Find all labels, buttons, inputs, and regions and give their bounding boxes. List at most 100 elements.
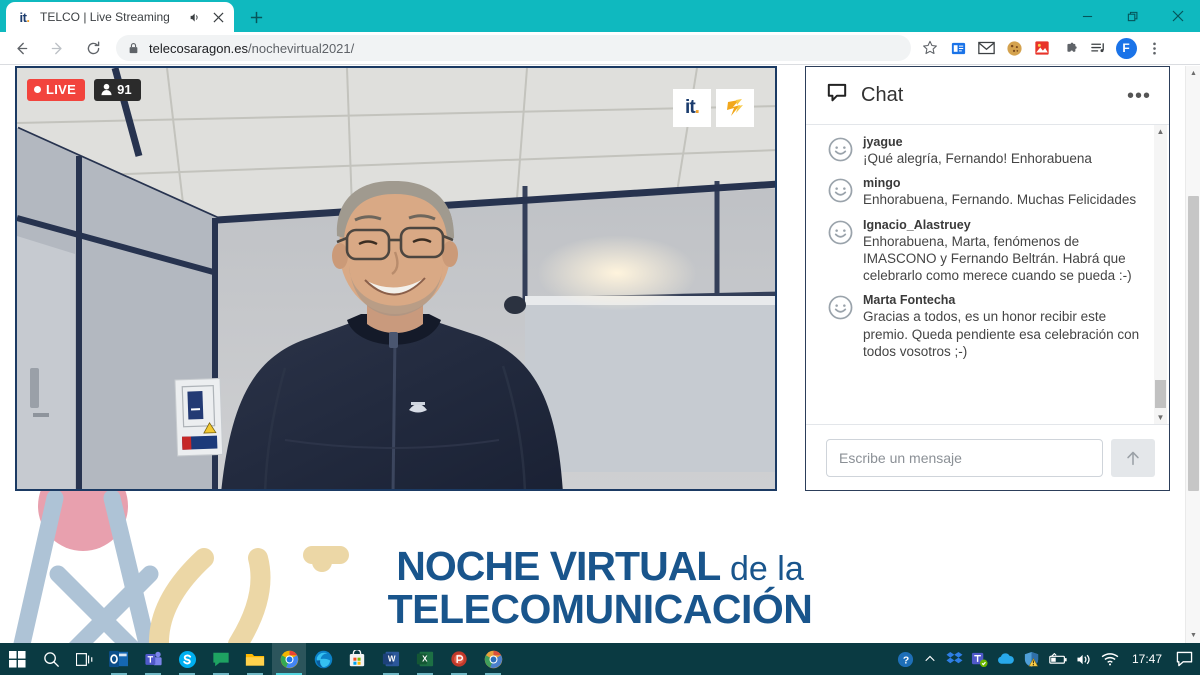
gmail-icon[interactable] (973, 35, 999, 61)
start-button[interactable] (0, 643, 34, 675)
more-options-icon[interactable]: ••• (1127, 86, 1151, 106)
live-badge: LIVE (27, 79, 86, 101)
image-extension-icon[interactable] (1029, 35, 1055, 61)
chrome-canary-icon[interactable] (476, 643, 510, 675)
word-icon[interactable]: W (374, 643, 408, 675)
microsoft-store-icon[interactable] (340, 643, 374, 675)
task-view-icon[interactable] (68, 643, 102, 675)
teams-tray-icon[interactable] (968, 643, 991, 675)
outlook-icon[interactable] (102, 643, 136, 675)
excel-icon[interactable]: X (408, 643, 442, 675)
show-hidden-icons-chevron[interactable] (919, 643, 941, 675)
video-frame (17, 68, 775, 489)
cookie-icon[interactable] (1001, 35, 1027, 61)
bookmark-star-icon[interactable] (917, 35, 943, 61)
page-viewport: LIVE 91 it. Chat ••• jyague ¡Qué alegría… (0, 66, 1200, 643)
chevron-arrow-logo (716, 89, 754, 127)
svg-text:X: X (422, 655, 428, 664)
viewer-count-badge: 91 (94, 79, 141, 101)
live-dot-icon (34, 86, 41, 93)
banner-light-text: de la (730, 550, 804, 588)
message-text: ¡Qué alegría, Fernando! Enhorabuena (863, 151, 1092, 166)
action-center-icon[interactable] (1172, 643, 1196, 675)
avatar (828, 220, 853, 245)
message-author: jyague (863, 135, 903, 149)
event-banner: NOCHE VIRTUAL de la TELECOMUNICACIÓN (0, 546, 1200, 630)
page-scroll-down-arrow[interactable]: ▼ (1186, 628, 1200, 643)
avatar (828, 178, 853, 203)
chrome-menu-icon[interactable] (1141, 35, 1167, 61)
chat-scroll-up-arrow[interactable]: ▲ (1157, 125, 1165, 138)
window-controls (1065, 0, 1200, 32)
chat-composer (806, 424, 1169, 490)
messaging-icon[interactable] (204, 643, 238, 675)
live-label: LIVE (46, 82, 77, 97)
restore-button[interactable] (1110, 0, 1155, 32)
volume-icon[interactable] (1073, 643, 1096, 675)
extensions-puzzle-icon[interactable] (1057, 35, 1083, 61)
it-logo: it. (673, 89, 711, 127)
profile-initial: F (1115, 37, 1137, 59)
tab-title: TELCO | Live Streaming (40, 10, 170, 24)
url-text: telecosaragon.es/nochevirtual2021/ (149, 41, 354, 56)
send-message-button[interactable] (1111, 438, 1155, 477)
chat-message-input[interactable] (826, 438, 1103, 477)
favicon-text: it (19, 9, 27, 25)
teams-icon[interactable] (136, 643, 170, 675)
banner-line-1: NOCHE VIRTUAL de la (0, 546, 1200, 587)
back-button[interactable] (6, 34, 36, 62)
chat-scrollbar-thumb[interactable] (1155, 380, 1166, 408)
file-explorer-icon[interactable] (238, 643, 272, 675)
search-icon[interactable] (34, 643, 68, 675)
chrome-icon[interactable] (272, 643, 306, 675)
message-text: Enhorabuena, Fernando. Muchas Felicidade… (863, 192, 1137, 208)
chat-message: mingo Enhorabuena, Fernando. Muchas Feli… (828, 176, 1147, 208)
svg-text:W: W (388, 655, 396, 664)
tab-favicon-it-logo: it. (16, 9, 33, 26)
skype-icon[interactable] (170, 643, 204, 675)
page-scrollbar[interactable]: ▲ ▼ (1185, 66, 1200, 643)
profile-avatar[interactable]: F (1113, 35, 1139, 61)
battery-icon[interactable] (1045, 643, 1071, 675)
person-icon (101, 83, 112, 96)
taskbar-clock[interactable]: 17:47 (1124, 643, 1170, 675)
chat-message: Marta Fontecha Gracias a todos, es un ho… (828, 293, 1147, 360)
message-author: mingo (863, 176, 901, 191)
close-button[interactable] (1155, 0, 1200, 32)
forward-button[interactable] (42, 34, 72, 62)
new-tab-button[interactable] (242, 3, 270, 31)
help-icon[interactable]: ? (894, 643, 917, 675)
tab-audio-speaker-icon[interactable] (188, 10, 203, 25)
edge-icon[interactable] (306, 643, 340, 675)
it-logo-text: it (685, 97, 696, 118)
windows-defender-icon[interactable] (1020, 643, 1043, 675)
minimize-button[interactable] (1065, 0, 1110, 32)
it-logo-dot: . (694, 97, 700, 118)
url-path: /nochevirtual2021/ (248, 40, 355, 56)
address-bar[interactable]: telecosaragon.es/nochevirtual2021/ (116, 35, 911, 61)
playlist-icon[interactable] (1085, 35, 1111, 61)
tab-strip: it. TELCO | Live Streaming (0, 0, 1200, 32)
page-scrollbar-thumb[interactable] (1188, 196, 1199, 491)
banner-bold-text: NOCHE VIRTUAL (396, 543, 720, 589)
wifi-icon[interactable] (1098, 643, 1122, 675)
avatar (828, 137, 853, 162)
onedrive-icon[interactable] (993, 643, 1018, 675)
player-status-badges: LIVE 91 (27, 79, 141, 101)
video-player[interactable]: LIVE 91 it. (15, 66, 777, 491)
chat-scrollbar[interactable]: ▲ ▼ (1154, 125, 1167, 424)
reading-list-icon[interactable] (945, 35, 971, 61)
speech-bubble-icon (826, 83, 848, 108)
taskbar-items: W X (0, 643, 510, 675)
chat-message-list[interactable]: jyague ¡Qué alegría, Fernando! Enhorabue… (806, 125, 1169, 424)
powerpoint-icon[interactable] (442, 643, 476, 675)
svg-text:?: ? (903, 655, 909, 666)
message-text: Enhorabuena, Marta, fenómenos de IMASCON… (863, 233, 1132, 284)
page-scroll-up-arrow[interactable]: ▲ (1186, 66, 1200, 81)
tab-close-icon[interactable] (210, 9, 226, 25)
dropbox-icon[interactable] (943, 643, 966, 675)
chat-scroll-down-arrow[interactable]: ▼ (1157, 411, 1165, 424)
url-domain: telecosaragon.es (149, 40, 249, 56)
reload-button[interactable] (78, 34, 108, 62)
browser-tab[interactable]: it. TELCO | Live Streaming (6, 2, 234, 32)
